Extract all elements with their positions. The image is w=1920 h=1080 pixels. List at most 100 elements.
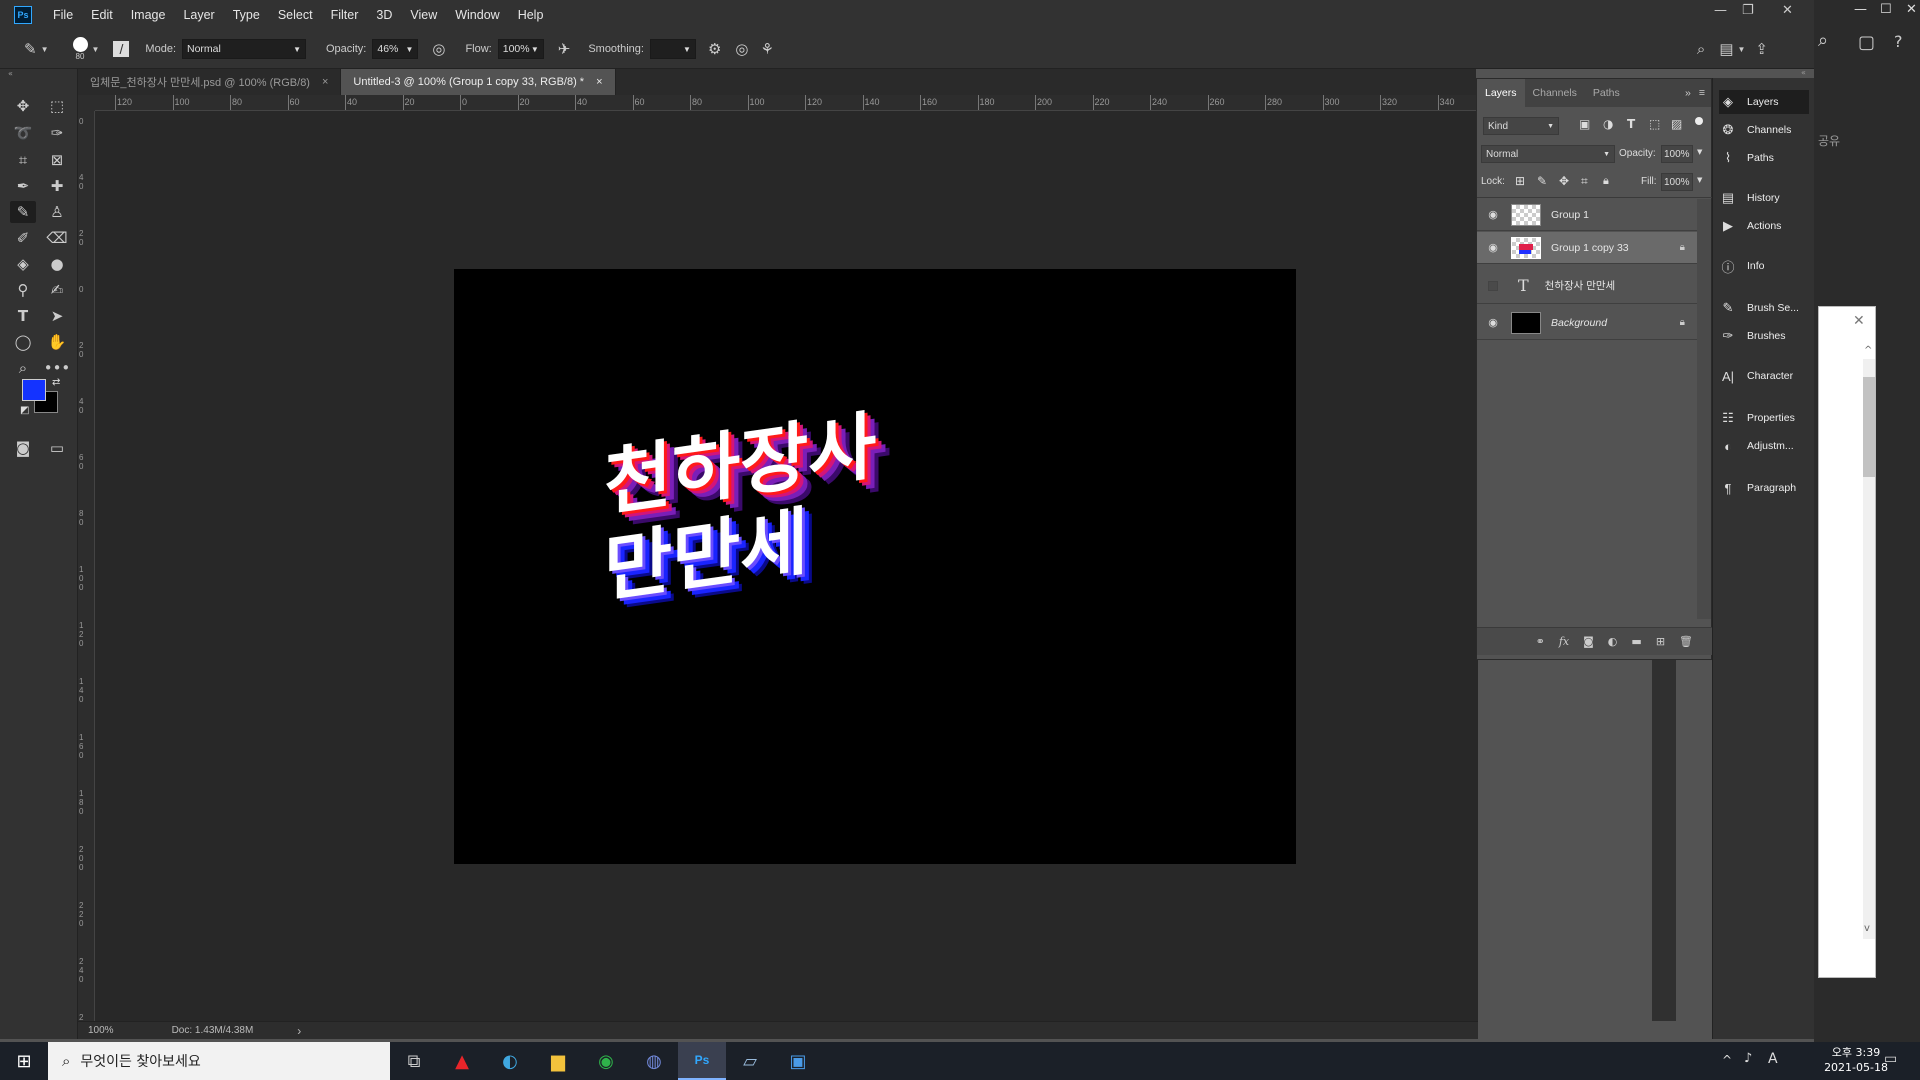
close-icon[interactable]: ✕ — [1906, 2, 1917, 17]
close-icon[interactable]: × — [322, 76, 328, 88]
hand-tool-icon[interactable]: ✋ — [44, 331, 70, 353]
menu-filter[interactable]: Filter — [322, 8, 368, 22]
panel-info[interactable]: ⓘ Info — [1719, 254, 1809, 278]
zoom-tool-icon[interactable]: ⌕ — [10, 357, 36, 379]
filter-type-icon[interactable]: T — [1627, 117, 1635, 131]
airbrush-icon[interactable]: ✈ — [558, 40, 571, 58]
mode-select[interactable]: Normal ▼ — [182, 39, 306, 59]
menu-image[interactable]: Image — [122, 8, 175, 22]
document-canvas[interactable]: 천하장사 천하장사 천하장사 천하장사 천하장사 만만세 만만세 만만세 만만세 — [454, 269, 1296, 864]
notification-icon[interactable]: ▢ — [1858, 32, 1875, 53]
eraser-tool-icon[interactable]: ⌫ — [44, 227, 70, 249]
quick-select-tool-icon[interactable]: ✑ — [44, 122, 70, 144]
eye-icon[interactable]: ◉ — [1485, 241, 1501, 254]
panel-actions[interactable]: ▶ Actions — [1719, 214, 1809, 238]
new-group-icon[interactable]: ▬ — [1631, 635, 1641, 648]
blend-mode-select[interactable]: Normal ▼ — [1481, 145, 1615, 163]
history-brush-tool-icon[interactable]: ✐ — [10, 227, 36, 249]
collapse-icon[interactable]: « — [1801, 68, 1806, 77]
panel-brushes[interactable]: ✑ Brushes — [1719, 324, 1809, 348]
layer-opacity-input[interactable]: 100% — [1661, 145, 1693, 163]
panel-paragraph[interactable]: ¶ Paragraph — [1719, 476, 1809, 500]
maximize-icon[interactable]: ☐ — [1880, 2, 1892, 17]
layer-filter-kind[interactable]: Kind ▼ — [1483, 117, 1559, 135]
lasso-tool-icon[interactable]: ➰ — [10, 122, 36, 144]
pen-tool-icon[interactable]: ✍ — [44, 279, 70, 301]
taskbar-clock[interactable]: 오후 3:39 2021-05-18 — [1824, 1045, 1888, 1075]
visibility-toggle-off[interactable] — [1488, 280, 1498, 291]
eyedropper-tool-icon[interactable]: ✒ — [10, 175, 36, 197]
discord-app-icon[interactable]: ◍ — [630, 1042, 678, 1080]
clone-stamp-tool-icon[interactable]: ♙ — [44, 201, 70, 223]
fx-icon[interactable]: fx — [1559, 635, 1569, 648]
quick-mask-icon[interactable]: ◙ — [10, 437, 36, 459]
tab-channels[interactable]: Channels — [1525, 87, 1585, 99]
move-tool-icon[interactable]: ✥ — [10, 95, 36, 117]
add-mask-icon[interactable]: ◙ — [1583, 635, 1594, 648]
tab-document-2[interactable]: Untitled-3 @ 100% (Group 1 copy 33, RGB/… — [341, 69, 616, 95]
chevron-down-icon[interactable]: ▼ — [1697, 148, 1702, 156]
brush-settings-icon[interactable]: / — [113, 41, 130, 57]
restore-icon[interactable]: ❐ — [1742, 3, 1754, 18]
horizontal-ruler[interactable]: 120 100 80 60 40 20 0 20 40 60 80 100 120 140 160 180 20… — [95, 95, 1478, 111]
chrome-app-icon[interactable]: ◉ — [582, 1042, 630, 1080]
panel-layers[interactable]: ◈ Layers — [1719, 90, 1809, 114]
status-menu-arrow[interactable]: › — [297, 1024, 301, 1038]
more-tools-icon[interactable]: ••• — [44, 357, 71, 379]
smoothing-input[interactable]: ▼ — [649, 39, 696, 59]
menu-select[interactable]: Select — [269, 8, 322, 22]
taskbar-search[interactable]: ⌕ 무엇이든 찾아보세요 — [48, 1042, 390, 1080]
layer-row-text[interactable]: T 천하장사 만만세 — [1477, 268, 1697, 304]
screen-mode-icon[interactable]: ▭ — [44, 437, 70, 459]
frame-tool-icon[interactable]: ⊠ — [44, 149, 70, 171]
search-icon[interactable]: ⌕ — [1697, 41, 1705, 58]
workspace-icon[interactable]: ▤ — [1719, 40, 1733, 58]
crop-tool-icon[interactable]: ⌗ — [10, 149, 36, 171]
flow-input[interactable]: 100% ▼ — [497, 39, 544, 59]
ime-indicator[interactable]: A — [1768, 1051, 1778, 1067]
notepad-app-icon[interactable]: ▱ — [726, 1042, 774, 1080]
fill-input[interactable]: 100% — [1661, 173, 1693, 191]
dialog-scrollbar[interactable] — [1863, 359, 1875, 939]
foreground-color-swatch[interactable] — [22, 379, 46, 401]
edge-app-icon[interactable]: ◐ — [486, 1042, 534, 1080]
menu-help[interactable]: Help — [509, 8, 553, 22]
lock-artboard-icon[interactable]: ⌗ — [1581, 174, 1588, 189]
windows-start-icon[interactable]: ⊞ — [0, 1042, 48, 1080]
filter-adjustment-icon[interactable]: ◑ — [1603, 117, 1613, 131]
chevron-down-icon[interactable]: ▼ — [41, 45, 49, 54]
lock-transparency-icon[interactable]: ⊞ — [1515, 174, 1525, 188]
expand-icon[interactable]: » — [1681, 87, 1695, 99]
filter-smart-object-icon[interactable]: ▨ — [1671, 117, 1682, 131]
panel-adjustments[interactable]: ◐ Adjustm... — [1719, 434, 1809, 458]
panel-channels[interactable]: ❂ Channels — [1719, 118, 1809, 142]
layers-scrollbar[interactable] — [1697, 199, 1711, 619]
panel-brush-settings[interactable]: ✎ Brush Se... — [1719, 296, 1809, 320]
panel-menu-icon[interactable]: ≡ — [1695, 87, 1711, 99]
panel-character[interactable]: A| Character — [1719, 364, 1809, 388]
help-icon[interactable]: ? — [1894, 32, 1903, 51]
task-view-icon[interactable]: ⧉ — [390, 1042, 438, 1080]
paint-bucket-tool-icon[interactable]: ◈ — [10, 253, 36, 275]
vertical-ruler[interactable]: 040200204060801001201401601802002202402 — [78, 111, 95, 1022]
collapse-icon[interactable]: « — [8, 69, 13, 78]
chevron-down-icon[interactable]: ▼ — [92, 45, 100, 54]
menu-file[interactable]: File — [44, 8, 82, 22]
swap-colors-icon[interactable]: ⇄ — [52, 377, 60, 388]
brush-tool-icon[interactable]: ✎ — [10, 201, 36, 223]
symmetry-icon[interactable]: ⚘ — [761, 40, 774, 58]
chevron-up-icon[interactable]: ^ — [1722, 1053, 1732, 1067]
close-icon[interactable]: ✕ — [1782, 3, 1793, 18]
eye-icon[interactable]: ◉ — [1485, 316, 1501, 329]
brush-tool-icon[interactable]: ✎ — [24, 40, 37, 58]
menu-layer[interactable]: Layer — [174, 8, 223, 22]
layer-row-group-1-copy-33[interactable]: ◉ Group 1 copy 33 🔒︎ — [1477, 232, 1697, 264]
close-icon[interactable]: ✕ — [1853, 313, 1865, 329]
file-explorer-app-icon[interactable]: ▆ — [534, 1042, 582, 1080]
layer-row-background[interactable]: ◉ Background 🔒︎ — [1477, 306, 1697, 340]
menu-window[interactable]: Window — [446, 8, 508, 22]
zoom-level[interactable]: 100% — [88, 1025, 114, 1036]
new-layer-icon[interactable]: ⊞ — [1656, 635, 1665, 648]
ellipse-tool-icon[interactable]: ◯ — [10, 331, 36, 353]
filter-shape-icon[interactable]: ⬚ — [1649, 117, 1660, 131]
